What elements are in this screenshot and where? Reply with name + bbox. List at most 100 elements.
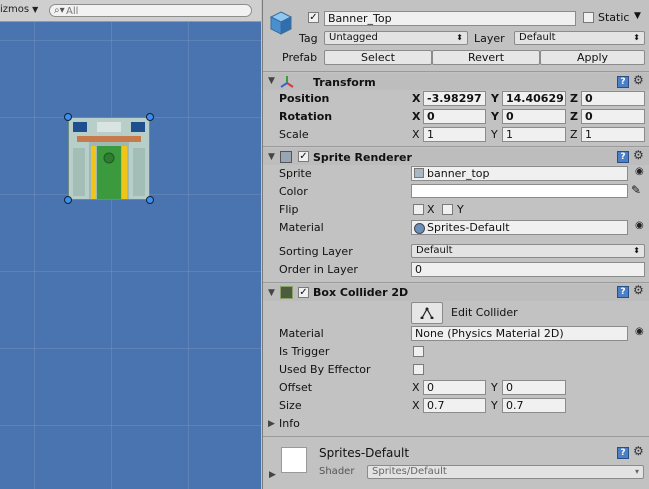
gear-icon[interactable]: ⚙ (633, 283, 644, 297)
shader-label: Shader (319, 466, 355, 477)
inspector-panel: ✓ Banner_Top Static ▼ Tag Untagged ⬍ Laye… (262, 0, 649, 489)
gear-icon[interactable]: ⚙ (633, 73, 644, 87)
sprite-renderer-title: Sprite Renderer (313, 151, 412, 164)
axis-y-label: Y (491, 92, 499, 105)
material-label: Material (279, 221, 324, 234)
color-swatch-field[interactable] (411, 184, 628, 198)
size-y-field[interactable]: 0.7 (502, 398, 566, 413)
rotation-y-field[interactable]: 0 (502, 109, 566, 124)
sorting-layer-label: Sorting Layer (279, 245, 353, 258)
static-label: Static (598, 11, 630, 24)
position-x-field[interactable]: -3.98297 (423, 91, 486, 106)
foldout-collapsed-icon[interactable]: ▶ (268, 419, 275, 429)
material-object-field[interactable]: Sprites-Default (411, 220, 628, 235)
flip-x-label: X (427, 203, 435, 216)
gear-icon[interactable]: ⚙ (633, 444, 644, 458)
tag-value: Untagged (329, 32, 378, 43)
shader-dropdown[interactable]: Sprites/Default ▾ (367, 465, 644, 479)
offset-y-field[interactable]: 0 (502, 380, 566, 395)
scale-y-field[interactable]: 1 (502, 127, 566, 142)
gear-icon[interactable]: ⚙ (633, 148, 644, 162)
foldout-collapsed-icon[interactable]: ▶ (269, 470, 276, 480)
axis-x-label: X (412, 399, 420, 412)
selection-handle-top-left[interactable] (64, 113, 72, 121)
flip-y-checkbox[interactable] (442, 204, 453, 215)
rotation-label: Rotation (279, 110, 333, 123)
axis-y-label: Y (491, 399, 498, 412)
box-collider-enabled-checkbox[interactable]: ✓ (298, 287, 309, 298)
axis-x-label: X (412, 381, 420, 394)
prefab-select-button[interactable]: Select (324, 50, 432, 65)
size-label: Size (279, 399, 302, 412)
scene-view[interactable]: izmos ▼ ⌕▾ All (0, 0, 261, 489)
help-icon[interactable]: ? (617, 151, 629, 163)
material-value: Sprites-Default (427, 221, 510, 234)
help-icon[interactable]: ? (617, 76, 629, 88)
foldout-expanded-icon[interactable]: ▼ (268, 76, 275, 86)
axis-x-label: X (412, 128, 420, 141)
foldout-expanded-icon[interactable]: ▼ (268, 152, 275, 162)
scale-z-field[interactable]: 1 (581, 127, 645, 142)
sprite-renderer-icon (280, 151, 292, 163)
sprite-value: banner_top (427, 167, 490, 180)
collider-material-field[interactable]: None (Physics Material 2D) (411, 326, 628, 341)
sprite-renderer-enabled-checkbox[interactable]: ✓ (298, 151, 309, 162)
size-x-field[interactable]: 0.7 (423, 398, 486, 413)
edit-collider-icon (420, 307, 434, 320)
axis-x-label: X (412, 92, 421, 105)
dropdown-arrow-icon: ⬍ (456, 33, 463, 42)
edit-collider-button[interactable] (411, 302, 443, 324)
sorting-layer-dropdown[interactable]: Default ⬍ (411, 244, 645, 258)
used-by-effector-checkbox[interactable] (413, 364, 424, 375)
collider-material-label: Material (279, 327, 324, 340)
shader-value: Sprites/Default (372, 466, 447, 477)
object-picker-icon[interactable]: ◉ (635, 220, 644, 231)
active-checkbox[interactable]: ✓ (308, 12, 319, 23)
position-z-field[interactable]: 0 (581, 91, 645, 106)
order-in-layer-label: Order in Layer (279, 263, 358, 276)
order-in-layer-field[interactable]: 0 (411, 262, 645, 277)
box-collider-icon (280, 286, 293, 299)
sprite-label: Sprite (279, 167, 312, 180)
help-icon[interactable]: ? (617, 286, 629, 298)
rotation-x-field[interactable]: 0 (423, 109, 486, 124)
offset-x-field[interactable]: 0 (423, 380, 486, 395)
object-name-field[interactable]: Banner_Top (324, 11, 576, 26)
eyedropper-icon[interactable]: ✎ (631, 183, 641, 197)
object-picker-icon[interactable]: ◉ (635, 326, 644, 337)
selection-handle-top-right[interactable] (146, 113, 154, 121)
banner-sprite-graphic (69, 118, 149, 199)
help-icon[interactable]: ? (617, 447, 629, 459)
is-trigger-checkbox[interactable] (413, 346, 424, 357)
gizmos-dropdown[interactable]: izmos ▼ (0, 4, 38, 15)
used-by-effector-label: Used By Effector (279, 363, 371, 376)
flip-y-label: Y (457, 203, 464, 216)
layer-dropdown[interactable]: Default ⬍ (514, 31, 645, 45)
prefab-label: Prefab (282, 51, 318, 64)
tag-label: Tag (299, 32, 318, 45)
material-sphere-icon (414, 223, 425, 234)
prefab-apply-button[interactable]: Apply (540, 50, 645, 65)
position-y-field[interactable]: 14.40629 (502, 91, 566, 106)
sprite-asset-icon (414, 168, 424, 178)
search-icon: ⌕▾ (54, 5, 65, 16)
scene-search-input[interactable]: ⌕▾ All (49, 4, 252, 17)
static-checkbox[interactable] (583, 12, 594, 23)
rotation-z-field[interactable]: 0 (581, 109, 645, 124)
object-picker-icon[interactable]: ◉ (635, 166, 644, 177)
selection-handle-bottom-right[interactable] (146, 196, 154, 204)
banner-top-sprite[interactable] (68, 117, 150, 200)
info-foldout-label[interactable]: Info (279, 417, 300, 430)
chevron-down-icon[interactable]: ▼ (634, 11, 641, 21)
axis-y-label: Y (491, 128, 498, 141)
dropdown-arrow-icon: ▾ (634, 467, 639, 476)
foldout-expanded-icon[interactable]: ▼ (268, 288, 275, 298)
flip-x-checkbox[interactable] (413, 204, 424, 215)
layer-label: Layer (474, 32, 505, 45)
sprite-object-field[interactable]: banner_top (411, 166, 628, 181)
scale-x-field[interactable]: 1 (423, 127, 486, 142)
selection-handle-bottom-left[interactable] (64, 196, 72, 204)
prefab-revert-button[interactable]: Revert (432, 50, 540, 65)
tag-dropdown[interactable]: Untagged ⬍ (324, 31, 468, 45)
sorting-layer-value: Default (416, 245, 453, 256)
